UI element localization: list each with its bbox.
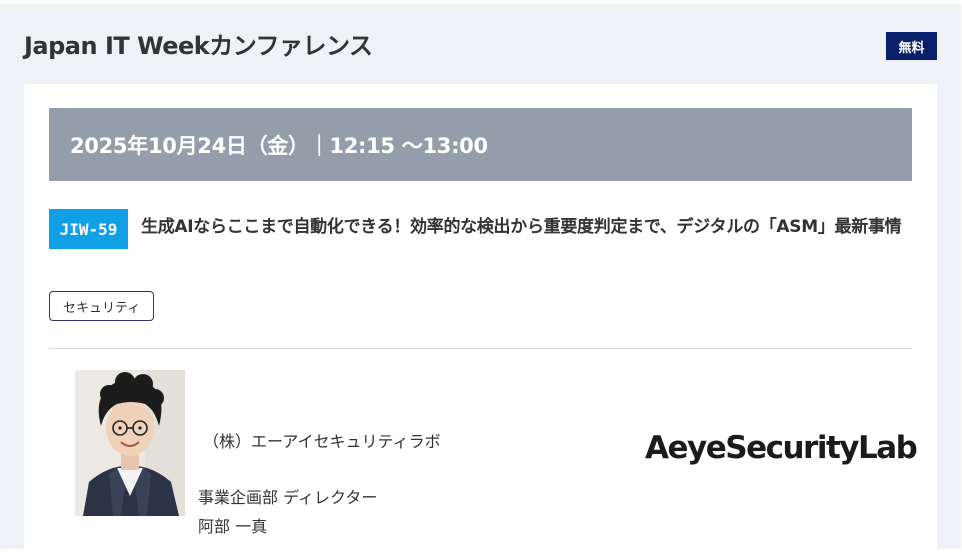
speaker-company: （株）エーアイセキュリティラボ [203, 432, 441, 451]
category-tag[interactable]: セキュリティ [49, 291, 155, 321]
speaker-name: 阿部 一真 [198, 517, 268, 536]
conference-panel: Japan IT Weekカンファレンス 無料 2025年10月24日（金）｜1… [0, 4, 961, 554]
company-logo: AeyeSecurityLab [645, 430, 918, 466]
speaker-portrait-image [75, 370, 185, 516]
session-card: 2025年10月24日（金）｜12:15 〜13:00 JIW-59 生成AIな… [24, 84, 937, 554]
speaker-role: 事業企画部 ディレクター [198, 488, 378, 507]
divider [49, 348, 912, 349]
date-bar: 2025年10月24日（金）｜12:15 〜13:00 [49, 108, 912, 181]
section-title: Japan IT Weekカンファレンス [24, 32, 373, 60]
session-code-badge: JIW-59 [49, 209, 128, 249]
session-title[interactable]: 生成AIならここまで自動化できる！効率的な検出から重要度判定まで、デジタルの「A… [141, 211, 913, 243]
speaker-photo [75, 370, 185, 516]
session-datetime: 2025年10月24日（金）｜12:15 〜13:00 [70, 133, 488, 158]
free-badge: 無料 [886, 32, 937, 60]
